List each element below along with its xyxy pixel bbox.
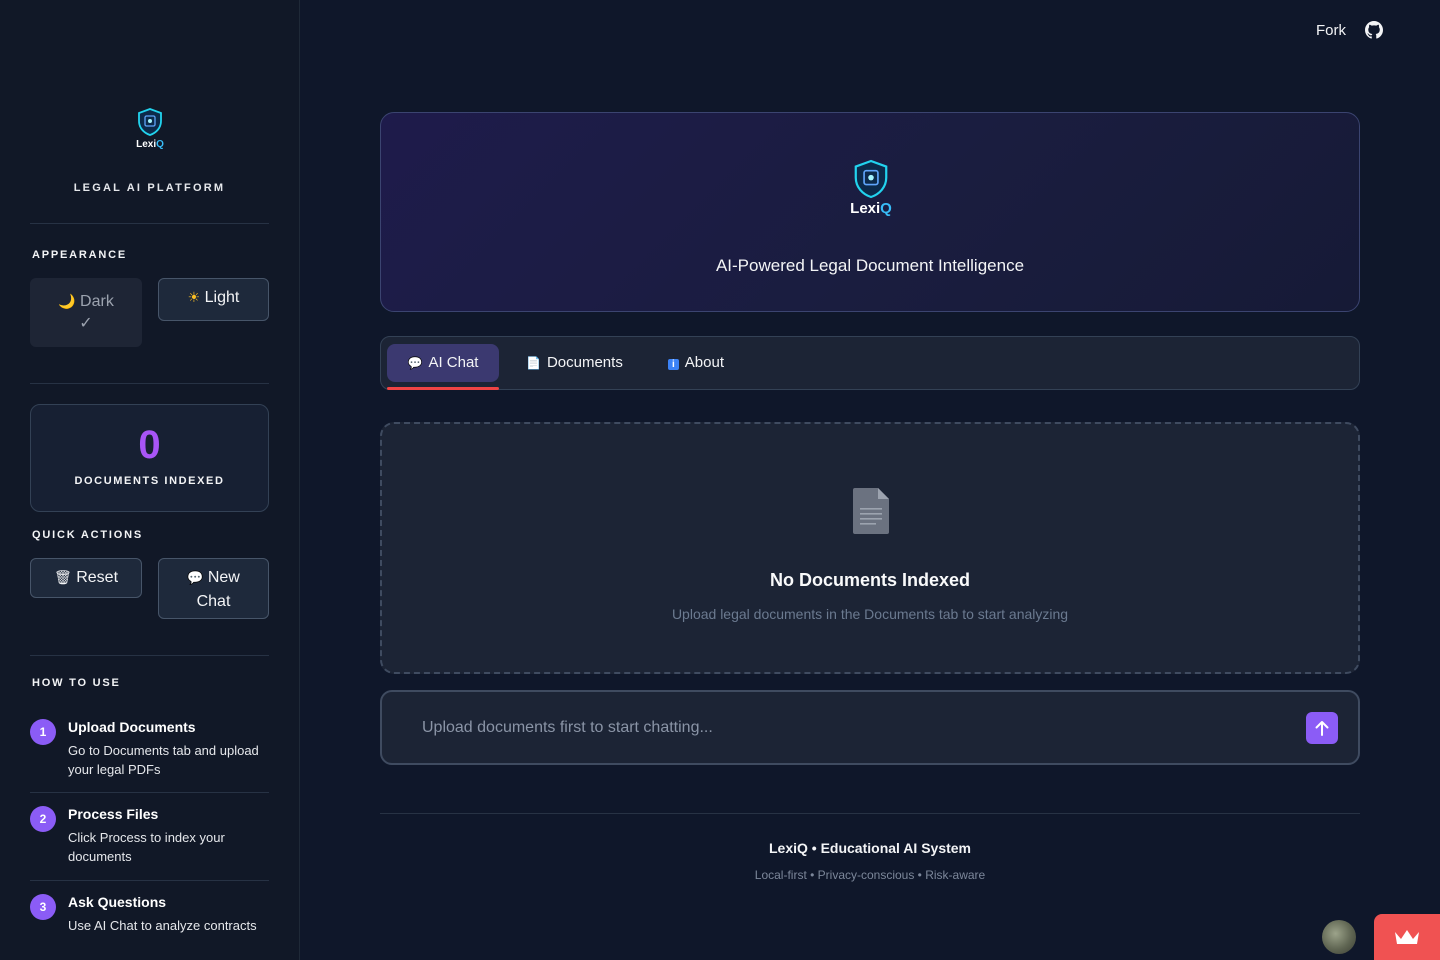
- active-tab-indicator: [387, 387, 499, 390]
- moon-icon: 🌙: [58, 293, 76, 309]
- tab-bar: 💬 AI Chat 📄 Documents i About: [380, 336, 1360, 390]
- step-description: Use AI Chat to analyze contracts: [68, 918, 257, 933]
- hero-logo-text: LexiQ: [850, 200, 892, 217]
- reset-label: Reset: [76, 569, 119, 586]
- sidebar-divider: [30, 223, 269, 224]
- tab-about[interactable]: i About: [668, 344, 724, 382]
- step-number-badge: 3: [30, 894, 56, 920]
- fork-link[interactable]: Fork: [1316, 22, 1346, 39]
- theme-light-label: Light: [204, 289, 240, 306]
- hero-logo: LexiQ: [847, 159, 895, 219]
- arrow-up-icon: [1315, 721, 1329, 736]
- shield-logo-icon: [138, 108, 162, 136]
- avatar[interactable]: [1322, 920, 1356, 954]
- tab-label: AI Chat: [428, 354, 479, 371]
- github-icon[interactable]: [1365, 21, 1383, 39]
- documents-indexed-card: 0 DOCUMENTS INDEXED: [30, 404, 269, 512]
- documents-indexed-count: 0: [138, 423, 161, 467]
- sun-icon: ☀: [187, 289, 201, 305]
- tab-label: About: [684, 354, 724, 371]
- crown-icon: [1395, 930, 1419, 944]
- speech-bubble-icon: 💬: [187, 570, 204, 585]
- step-title: Ask Questions: [68, 894, 167, 910]
- checkmark-icon: ✓: [79, 315, 93, 332]
- reset-button[interactable]: 🗑 Reset: [30, 558, 142, 598]
- sidebar-divider: [30, 383, 269, 384]
- theme-light-button[interactable]: ☀ Light: [158, 278, 269, 321]
- sidebar-logo: LexiQ: [130, 108, 170, 150]
- how-to-use-label: HOW TO USE: [32, 677, 121, 689]
- step-divider: [30, 880, 269, 881]
- chat-input[interactable]: [422, 714, 1282, 742]
- footer-subtitle: Local-first • Privacy-conscious • Risk-a…: [754, 868, 986, 882]
- step-title: Upload Documents: [68, 719, 196, 735]
- empty-state-description: Upload legal documents in the Documents …: [671, 606, 1069, 622]
- new-chat-label: New: [207, 569, 240, 586]
- tab-label: Documents: [546, 354, 623, 371]
- step-number-badge: 1: [30, 719, 56, 745]
- quick-actions-label: QUICK ACTIONS: [32, 529, 143, 541]
- empty-state-panel: No Documents Indexed Upload legal docume…: [380, 422, 1360, 674]
- speech-bubble-icon: 💬: [407, 356, 423, 370]
- platform-title: LEGAL AI PLATFORM: [73, 182, 226, 194]
- trash-icon: 🗑: [53, 569, 72, 585]
- send-button[interactable]: [1306, 712, 1338, 744]
- documents-indexed-label: DOCUMENTS INDEXED: [74, 475, 225, 487]
- document-icon: 📄: [526, 356, 541, 370]
- chat-input-container: [380, 690, 1360, 765]
- shield-logo-icon: [854, 159, 888, 199]
- step-description: Go to Documents tab and upload your lega…: [68, 743, 259, 777]
- hero-subtitle: AI-Powered Legal Document Intelligence: [715, 256, 1025, 275]
- tab-documents[interactable]: 📄 Documents: [526, 344, 623, 382]
- theme-dark-button[interactable]: 🌙 Dark ✓: [30, 278, 142, 347]
- appearance-label: APPEARANCE: [32, 249, 128, 261]
- sidebar: LexiQ LEGAL AI PLATFORM APPEARANCE 🌙 Dar…: [0, 0, 300, 960]
- empty-state-title: No Documents Indexed: [769, 570, 971, 590]
- step-divider: [30, 792, 269, 793]
- sidebar-divider: [30, 655, 269, 656]
- tab-ai-chat[interactable]: 💬 AI Chat: [387, 344, 499, 382]
- footer-divider: [380, 813, 1360, 814]
- document-icon: [853, 488, 889, 534]
- new-chat-button[interactable]: 💬 New Chat: [158, 558, 269, 619]
- new-chat-label: Chat: [196, 593, 231, 610]
- hero-banner: LexiQ AI-Powered Legal Document Intellig…: [380, 112, 1360, 312]
- info-icon: i: [668, 359, 679, 370]
- crown-button[interactable]: [1374, 914, 1440, 960]
- step-number-badge: 2: [30, 806, 56, 832]
- footer-title: LexiQ • Educational AI System: [769, 840, 971, 856]
- step-description: Click Process to index your documents: [68, 830, 225, 864]
- theme-dark-label: Dark: [80, 293, 114, 310]
- step-title: Process Files: [68, 806, 159, 822]
- sidebar-logo-text: LexiQ: [136, 139, 164, 150]
